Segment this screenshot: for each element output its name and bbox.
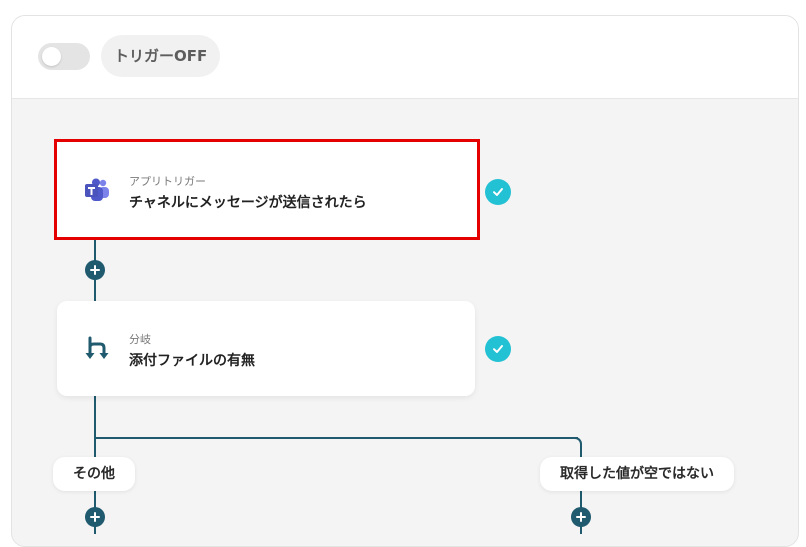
step-type-label: 分岐 xyxy=(129,333,151,346)
plus-icon xyxy=(576,512,586,522)
add-step-button[interactable] xyxy=(85,260,105,280)
step-title: 添付ファイルの有無 xyxy=(129,353,255,369)
flow-step-branch[interactable]: 分岐 添付ファイルの有無 xyxy=(57,301,475,396)
branch-icon xyxy=(83,335,111,363)
add-step-button[interactable] xyxy=(85,507,105,527)
flow-canvas: アプリトリガー チャネルにメッセージが送信されたら 分岐 添付ファイルの有無 そ… xyxy=(0,0,806,534)
branch-connector xyxy=(94,437,578,439)
flow-step-app-trigger[interactable]: アプリトリガー チャネルにメッセージが送信されたら xyxy=(54,139,480,240)
add-step-button[interactable] xyxy=(571,507,591,527)
plus-icon xyxy=(90,265,100,275)
check-icon xyxy=(485,336,511,362)
check-icon xyxy=(485,179,511,205)
plus-icon xyxy=(90,512,100,522)
step-type-label: アプリトリガー xyxy=(129,175,206,188)
branch-label-other[interactable]: その他 xyxy=(53,457,135,491)
branch-label-not-empty[interactable]: 取得した値が空ではない xyxy=(540,457,734,491)
step-title: チャネルにメッセージが送信されたら xyxy=(129,195,367,211)
microsoft-teams-icon xyxy=(83,176,111,204)
